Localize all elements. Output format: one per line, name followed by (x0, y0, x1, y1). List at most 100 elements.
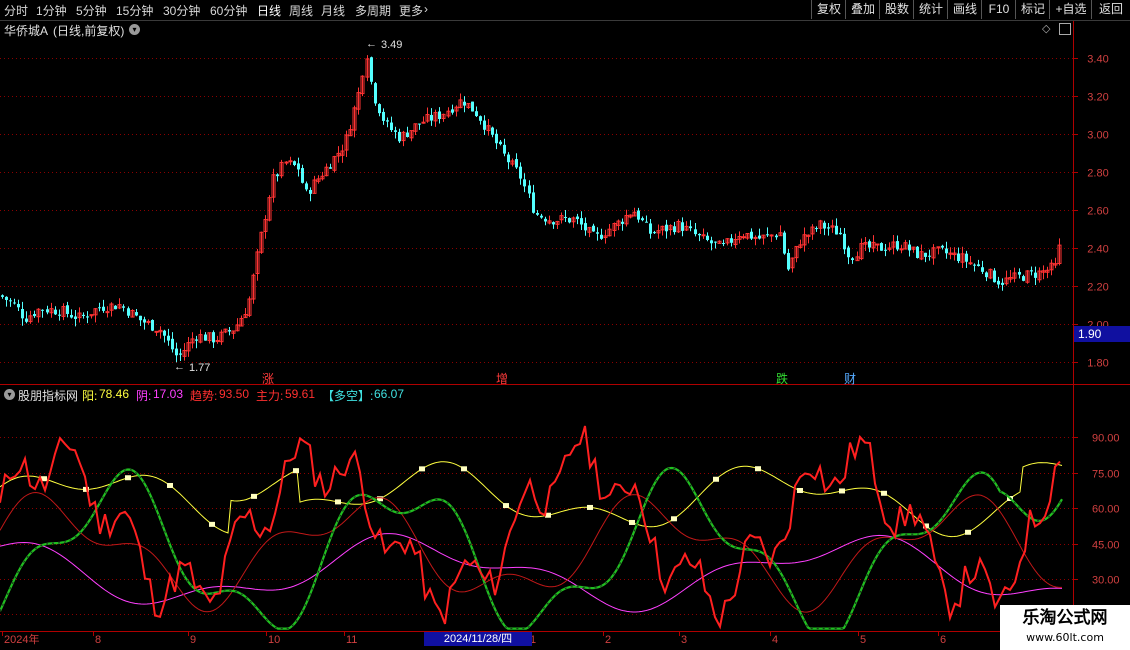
candle-body-down (823, 222, 826, 229)
candle-body-down (645, 221, 648, 223)
candle-body-down (1001, 282, 1004, 285)
candle-body-down (25, 318, 28, 322)
candle-body-down (568, 218, 571, 223)
candle-body-up (288, 160, 293, 163)
candle-body-down (985, 272, 988, 278)
candle-body-down (390, 122, 393, 131)
candle-body-up (769, 234, 774, 237)
candle-body-down (483, 120, 486, 130)
candle-body-down (758, 235, 761, 239)
candle-body-down (540, 215, 543, 218)
candle-body-down (430, 114, 433, 121)
yang-marker (797, 488, 803, 494)
candle-body-down (58, 314, 61, 316)
time-axis-label: 10 (268, 634, 280, 646)
candle-body-down (600, 234, 603, 239)
candle-body-up (701, 234, 706, 237)
diamond-icon[interactable]: ◇ (1042, 22, 1050, 35)
indicator-duokong-label: 【多空】: (322, 389, 374, 403)
event-marker-die[interactable]: 跌 (776, 370, 788, 387)
candle-body-down (382, 111, 385, 121)
chevron-down-icon[interactable]: ▾ (4, 389, 15, 400)
indicator-lines (0, 425, 1063, 630)
yang-marker (839, 488, 845, 494)
price-axis-label: 2.20 (1087, 282, 1108, 294)
high-price-label: 3.49 (381, 39, 403, 51)
candle-body-down (827, 227, 830, 229)
candle-body-down (775, 235, 778, 238)
chevron-down-icon[interactable]: ▾ (129, 24, 140, 35)
candle-body-down (997, 280, 1000, 285)
time-axis-label: 2024年 (4, 632, 39, 646)
candle-body-down (475, 111, 478, 117)
candle-body-down (1018, 271, 1021, 275)
time-axis-label: 11 (346, 634, 357, 646)
candle-body-up (875, 243, 880, 246)
grid-lines (0, 58, 1078, 636)
candle-body-down (1022, 276, 1025, 281)
candle-body-down (438, 111, 441, 119)
event-marker-cai[interactable]: 财 (844, 370, 856, 387)
candle-body-down (515, 159, 518, 168)
candle-body-down (378, 104, 381, 114)
candle-body-up (215, 339, 220, 342)
yang-marker (881, 490, 887, 496)
indicator-axis-label: 90.00 (1092, 433, 1120, 445)
candle-body-down (418, 123, 421, 125)
candle-body-down (74, 316, 77, 319)
candle-body-down (689, 226, 692, 229)
stock-chart[interactable]: 3.403.203.002.802.602.402.202.001.8090.0… (0, 0, 1130, 650)
candle-body-down (681, 222, 684, 231)
candle-body-down (151, 319, 154, 331)
yang-marker (209, 521, 215, 527)
candle-body-down (641, 218, 644, 221)
candle-body-down (495, 133, 498, 144)
trend-dotted-line (0, 467, 1063, 630)
window-icon[interactable] (1059, 23, 1071, 35)
candle-body-down (163, 330, 166, 336)
indicator-yang-value: 78.46 (99, 387, 130, 401)
watermark-url: www.60lt.com (1026, 631, 1104, 644)
indicator-name: 股朋指标网 (18, 389, 79, 403)
candle-body-up (753, 236, 758, 239)
candle-body-down (309, 189, 312, 194)
candle-body-down (843, 233, 846, 250)
yang-marker (713, 476, 719, 482)
candle-body-down (722, 243, 725, 245)
candle-body-down (576, 216, 579, 220)
candle-body-down (114, 305, 117, 310)
candle-body-down (552, 222, 555, 225)
candle-body-down (507, 154, 510, 163)
candle-body-down (880, 243, 883, 251)
yang-marker (461, 466, 467, 472)
indicator-yin-label: 阴: (136, 389, 152, 403)
time-axis-label: 6 (940, 634, 946, 646)
candle-body-down (406, 132, 409, 138)
candle-body-down (33, 313, 36, 317)
indicator-zhuli-value: 59.61 (285, 387, 316, 401)
watermark-title: 乐淘公式网 (1022, 608, 1108, 628)
candle-body-down (171, 338, 174, 350)
candle-body-down (70, 314, 73, 318)
candle-body-down (329, 167, 332, 169)
candle-body-down (637, 210, 640, 220)
candle-body-down (54, 309, 57, 315)
yang-marker (587, 504, 593, 510)
candle-body-down (66, 305, 69, 314)
time-axis-label: 9 (190, 634, 196, 646)
current-price-box: 1.90 (1074, 326, 1130, 342)
trend-green-line (0, 466, 1063, 630)
candle-body-down (204, 334, 207, 341)
candle-body-down (653, 232, 656, 234)
event-marker-zeng[interactable]: 增 (496, 370, 508, 387)
candle-body-down (175, 348, 178, 356)
chart-mode: (日线,前复权) (53, 24, 125, 38)
candle-body-down (297, 163, 300, 170)
candle-body-down (499, 141, 502, 145)
event-marker-zhang[interactable]: 涨 (262, 370, 274, 387)
candle-body-down (698, 233, 701, 236)
candle-body-down (965, 253, 968, 262)
candle-body-down (503, 144, 506, 154)
yang-marker (965, 529, 971, 535)
zhuli-smooth-line (0, 491, 1062, 613)
